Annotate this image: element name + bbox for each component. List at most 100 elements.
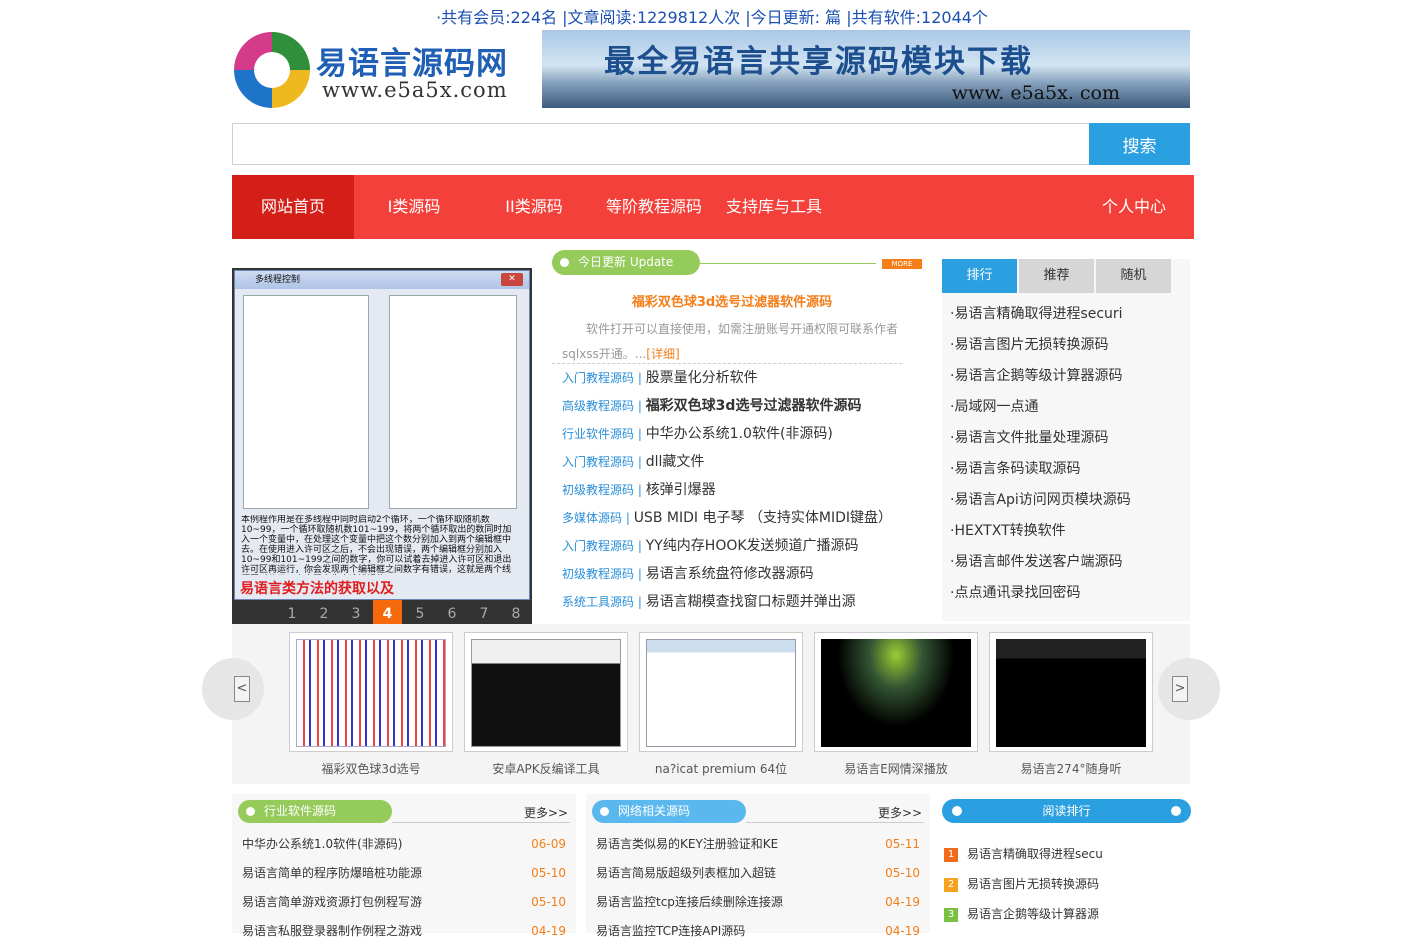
list-item[interactable]: ·易语言条码读取源码 [950, 454, 1131, 485]
slide-screenshot: 多线程控制 ✕ 本例程作用是在多线程中同时启动2个循环，一个循环取随机数10~9… [234, 270, 530, 600]
item-title: 易语言系统盘符修改器源码 [645, 566, 814, 582]
tab-rank[interactable]: 排行 [942, 259, 1017, 293]
featured-title[interactable]: 福彩双色球3d选号过滤器软件源码 [542, 291, 922, 310]
window-titlebar: 多线程控制 ✕ [235, 271, 529, 289]
nav-user-center[interactable]: 个人中心 [1074, 175, 1194, 239]
list-item[interactable]: 初级教程源码 | 核弹引爆器 [562, 476, 892, 504]
carousel-thumb-3[interactable] [639, 632, 803, 752]
list-item[interactable]: 3 易语言企鹅等级计算器源 [944, 904, 1103, 934]
item-category: 初级教程源码 [562, 567, 635, 581]
item-title: USB MIDI 电子琴 （支持实体MIDI键盘） [633, 510, 893, 526]
item-title: YY纯内存HOOK发送频道广播源码 [645, 538, 859, 554]
list-item[interactable]: ·易语言邮件发送客户端源码 [950, 547, 1131, 578]
search-button[interactable]: 搜索 [1089, 123, 1190, 165]
list-item[interactable]: ·易语言文件批量处理源码 [950, 423, 1131, 454]
item-category: 入门教程源码 [562, 455, 635, 469]
list-item[interactable]: 易语言简单的程序防爆暗桩功能源 05-10 [242, 863, 566, 892]
carousel-thumb-5[interactable] [989, 632, 1153, 752]
carousel-thumb-4[interactable] [814, 632, 978, 752]
item-title: 福彩双色球3d选号过滤器软件源码 [645, 398, 862, 414]
carousel-caption-2[interactable]: 安卓APK反编译工具 [464, 760, 628, 777]
carousel-thumb-1[interactable] [289, 632, 453, 752]
more-button[interactable]: MORE [882, 259, 922, 269]
edit-box-left [243, 295, 369, 509]
main-nav: 网站首页 I类源码 II类源码 等阶教程源码 支持库与工具 个人中心 [232, 175, 1194, 239]
industry-software-section: 行业软件源码 更多>> 中华办公系统1.0软件(非源码) 06-09 易语言简单的… [232, 794, 576, 938]
list-item[interactable]: 易语言简单游戏资源打包例程写游 05-10 [242, 892, 566, 921]
more-link[interactable]: 更多>> [878, 804, 922, 821]
nav-home[interactable]: 网站首页 [232, 175, 354, 239]
list-item[interactable]: ·易语言精确取得进程securi [950, 299, 1131, 330]
carousel-caption-5[interactable]: 易语言274°随身听 [989, 760, 1153, 777]
list-item[interactable]: ·易语言Api访问网页模块源码 [950, 485, 1131, 516]
banner-title: 最全易语言共享源码模块下载 [604, 44, 1033, 80]
carousel-caption-4[interactable]: 易语言E网情深播放 [814, 760, 978, 777]
network-source-section: 网络相关源码 更多>> 易语言类似易的KEY注册验证和KE 05-11 易语言简易… [586, 794, 930, 938]
list-item[interactable]: 入门教程源码 | 股票量化分析软件 [562, 364, 892, 392]
rank-badge: 1 [944, 848, 958, 862]
item-category: 行业软件源码 [562, 427, 635, 441]
nav-class1-source[interactable]: I类源码 [354, 175, 474, 239]
list-item[interactable]: ·点点通讯录找回密码 [950, 578, 1131, 609]
list-item[interactable]: ·易语言图片无损转换源码 [950, 330, 1131, 361]
thumbnail-image [996, 639, 1146, 747]
list-item[interactable]: 行业软件源码 | 中华办公系统1.0软件(非源码) [562, 420, 892, 448]
carousel-caption-1[interactable]: 福彩双色球3d选号 [289, 760, 453, 777]
featured-description: 软件打开可以直接使用，如需注册账号开通权限可联系作者sqlxss开通。...[详… [562, 317, 924, 367]
list-item[interactable]: 初级教程源码 | 易语言系统盘符修改器源码 [562, 560, 892, 588]
search-input[interactable] [233, 124, 1090, 164]
tab-random[interactable]: 随机 [1096, 259, 1171, 293]
header-banner[interactable]: 最全易语言共享源码模块下载 www. e5a5x. com [542, 30, 1190, 108]
nav-libraries-tools[interactable]: 支持库与工具 [714, 175, 834, 239]
section-header: 行业软件源码 [238, 800, 392, 823]
list-item[interactable]: 2 易语言图片无损转换源码 [944, 874, 1103, 904]
list-item[interactable]: 易语言类似易的KEY注册验证和KE 05-11 [596, 834, 920, 863]
list-item[interactable]: 易语言监控TCP连接API源码 04-19 [596, 921, 920, 950]
tab-recommend[interactable]: 推荐 [1019, 259, 1094, 293]
screenshot-carousel: < > 福彩双色球3d选号 安卓APK反编译工具 na?icat premium… [202, 624, 1220, 784]
header-divider [746, 822, 924, 823]
list-item[interactable]: 入门教程源码 | dll藏文件 [562, 448, 892, 476]
list-item[interactable]: ·HEXTXT转换软件 [950, 516, 1131, 547]
detail-link[interactable]: [详细] [646, 347, 679, 361]
thumbnail-image [646, 639, 796, 747]
ranking-panel: 排行 推荐 随机 ·易语言精确取得进程securi ·易语言图片无损转换源码 ·… [942, 259, 1190, 621]
list-item[interactable]: ·易语言企鹅等级计算器源码 [950, 361, 1131, 392]
banner-url: www. e5a5x. com [951, 82, 1120, 104]
item-category: 入门教程源码 [562, 371, 635, 385]
item-category: 多媒体源码 [562, 511, 623, 525]
featured-desc-text: 软件打开可以直接使用，如需注册账号开通权限可联系作者sqlxss开通。... [562, 322, 899, 361]
slide-caption[interactable]: 易语言类方法的获取以及 [240, 578, 394, 598]
list-item[interactable]: 多媒体源码 | USB MIDI 电子琴 （支持实体MIDI键盘） [562, 504, 892, 532]
more-link[interactable]: 更多>> [524, 804, 568, 821]
search-bar: 搜索 [232, 123, 1190, 165]
list-item[interactable]: 易语言监控tcp连接后续删除连接源 04-19 [596, 892, 920, 921]
item-title: 核弹引爆器 [645, 482, 716, 498]
today-update-header: 今日更新 Update today [552, 250, 700, 294]
nav-tutorial-source[interactable]: 等阶教程源码 [594, 175, 714, 239]
site-logo[interactable]: 易语言源码网 www.e5a5x.com [232, 30, 537, 108]
carousel-next-button[interactable]: > [1158, 658, 1220, 720]
list-item[interactable]: 易语言简易版超级列表框加入超链 05-10 [596, 863, 920, 892]
list-item[interactable]: 入门教程源码 | YY纯内存HOOK发送频道广播源码 [562, 532, 892, 560]
carousel-prev-button[interactable]: < [202, 658, 264, 720]
thumbnail-image [821, 639, 971, 747]
reading-rank-list: 1 易语言精确取得进程secu 2 易语言图片无损转换源码 3 易语言企鹅等级计算器源 [944, 844, 1103, 934]
list-item[interactable]: 系统工具源码 | 易语言糊模查找窗口标题并弹出源 [562, 588, 892, 616]
list-item[interactable]: 中华办公系统1.0软件(非源码) 06-09 [242, 834, 566, 863]
window-title: 多线程控制 [255, 275, 301, 285]
ranking-list: ·易语言精确取得进程securi ·易语言图片无损转换源码 ·易语言企鹅等级计算… [950, 299, 1131, 609]
nav-class2-source[interactable]: II类源码 [474, 175, 594, 239]
list-item[interactable]: ·局域网一点通 [950, 392, 1131, 423]
list-item[interactable]: 1 易语言精确取得进程secu [944, 844, 1103, 874]
item-title: 中华办公系统1.0软件(非源码) [645, 426, 833, 442]
rank-badge: 2 [944, 878, 958, 892]
list-item[interactable]: 高级教程源码 | 福彩双色球3d选号过滤器软件源码 [562, 392, 892, 420]
image-slider[interactable]: 多线程控制 ✕ 本例程作用是在多线程中同时启动2个循环，一个循环取随机数10~9… [232, 268, 532, 629]
carousel-thumb-2[interactable] [464, 632, 628, 752]
edit-box-right [389, 295, 517, 509]
list-item[interactable]: 易语言私服登录器制作例程之游戏 04-19 [242, 921, 566, 950]
item-category: 入门教程源码 [562, 539, 635, 553]
logo-url: www.e5a5x.com [322, 78, 508, 102]
carousel-caption-3[interactable]: na?icat premium 64位 [639, 760, 803, 777]
